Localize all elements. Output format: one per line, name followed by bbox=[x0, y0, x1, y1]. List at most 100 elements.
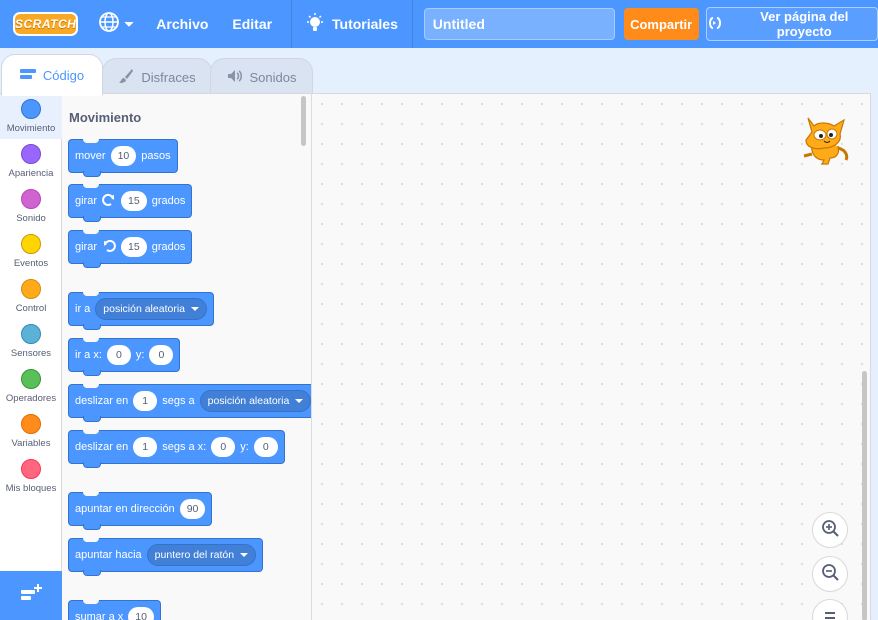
block-glide-to-xy[interactable]: deslizar en 1 segs a x: 0 y: 0 bbox=[68, 430, 285, 468]
edit-menu[interactable]: Editar bbox=[220, 0, 284, 48]
goto-target-dropdown[interactable]: posición aleatoria bbox=[95, 298, 207, 320]
see-project-label: Ver página del proyecto bbox=[760, 9, 849, 39]
block-text: segs a bbox=[162, 395, 195, 407]
category-label: Apariencia bbox=[8, 168, 54, 179]
category-menu: Movimiento Apariencia Sonido Eventos Con… bbox=[0, 93, 62, 620]
degrees-input[interactable]: 15 bbox=[121, 191, 147, 211]
category-sensing-dot bbox=[21, 324, 41, 344]
seconds-input[interactable]: 1 bbox=[133, 391, 158, 411]
tab-costumes[interactable]: Disfraces bbox=[102, 58, 212, 96]
point-target-dropdown[interactable]: puntero del ratón bbox=[146, 544, 257, 566]
zoom-out-icon bbox=[820, 562, 840, 587]
block-point-towards[interactable]: apuntar hacia puntero del ratón bbox=[68, 538, 264, 576]
brush-icon bbox=[118, 68, 134, 87]
category-sound[interactable]: Sonido bbox=[0, 184, 62, 229]
degrees-input[interactable]: 15 bbox=[121, 237, 147, 257]
speaker-icon bbox=[227, 69, 243, 86]
add-extension-icon bbox=[19, 582, 43, 609]
block-point-direction[interactable]: apuntar en dirección 90 bbox=[68, 492, 213, 530]
steps-input[interactable]: 10 bbox=[110, 146, 137, 166]
category-variables[interactable]: Variables bbox=[0, 409, 62, 454]
block-text: girar bbox=[75, 195, 98, 207]
tab-code[interactable]: Código bbox=[1, 54, 103, 96]
caret-down-icon bbox=[191, 307, 199, 311]
category-label: Eventos bbox=[13, 258, 49, 269]
y-input[interactable]: 0 bbox=[149, 345, 174, 365]
category-motion[interactable]: Movimiento bbox=[0, 94, 62, 139]
chevron-down-icon bbox=[124, 15, 134, 33]
category-operators[interactable]: Operadores bbox=[0, 364, 62, 409]
category-label: Movimiento bbox=[6, 123, 56, 134]
block-text: y: bbox=[135, 349, 145, 361]
tab-costumes-label: Disfraces bbox=[141, 69, 196, 85]
scratch-logo[interactable]: SCRATCH bbox=[13, 12, 79, 36]
category-my-blocks-dot bbox=[21, 459, 41, 479]
block-move-steps[interactable]: mover 10 pasos bbox=[68, 139, 178, 177]
zoom-out-button[interactable] bbox=[812, 556, 848, 592]
category-my-blocks[interactable]: Mis bloques bbox=[0, 454, 62, 499]
rotate-right-icon bbox=[102, 193, 116, 210]
category-looks-dot bbox=[21, 144, 41, 164]
x-change-input[interactable]: 10 bbox=[128, 607, 154, 620]
category-events[interactable]: Eventos bbox=[0, 229, 62, 274]
category-control-dot bbox=[21, 279, 41, 299]
block-go-to[interactable]: ir a posición aleatoria bbox=[68, 292, 214, 330]
block-text: segs a x: bbox=[162, 441, 207, 453]
project-title-input[interactable] bbox=[423, 8, 615, 40]
category-label: Sonido bbox=[16, 213, 46, 224]
y-input[interactable]: 0 bbox=[253, 437, 278, 457]
category-control[interactable]: Control bbox=[0, 274, 62, 319]
file-menu[interactable]: Archivo bbox=[144, 0, 220, 48]
category-sensing[interactable]: Sensores bbox=[0, 319, 62, 364]
tutorials-button[interactable]: Tutoriales bbox=[292, 0, 412, 48]
block-text: apuntar hacia bbox=[75, 549, 142, 561]
see-project-icon bbox=[707, 16, 723, 33]
block-turn-right[interactable]: girar 15 grados bbox=[68, 184, 193, 222]
block-text: mover bbox=[75, 150, 106, 162]
block-text: deslizar en bbox=[75, 441, 129, 453]
menu-bar: SCRATCH Archivo Editar Tutoriales Compar… bbox=[0, 0, 878, 48]
block-turn-left[interactable]: girar 15 grados bbox=[68, 230, 193, 268]
block-text: sumar a x bbox=[75, 611, 124, 620]
lightbulb-icon bbox=[306, 12, 324, 36]
block-text: pasos bbox=[141, 150, 171, 162]
share-button[interactable]: Compartir bbox=[623, 8, 699, 40]
tab-sounds[interactable]: Sonidos bbox=[210, 58, 313, 96]
x-input[interactable]: 0 bbox=[211, 437, 236, 457]
see-project-page-button[interactable]: Ver página del proyecto bbox=[705, 7, 878, 41]
block-go-to-xy[interactable]: ir a x: 0 y: 0 bbox=[68, 338, 181, 376]
x-input[interactable]: 0 bbox=[106, 345, 131, 365]
tutorials-label: Tutoriales bbox=[332, 16, 398, 32]
category-variables-dot bbox=[21, 414, 41, 434]
language-menu[interactable] bbox=[98, 11, 134, 38]
stage-pane-edge bbox=[870, 93, 878, 620]
zoom-reset-button[interactable] bbox=[812, 599, 848, 620]
category-looks[interactable]: Apariencia bbox=[0, 139, 62, 184]
zoom-in-button[interactable] bbox=[812, 512, 848, 548]
direction-input[interactable]: 90 bbox=[179, 499, 206, 519]
dropdown-value: posición aleatoria bbox=[207, 395, 290, 407]
category-operators-dot bbox=[21, 369, 41, 389]
palette-title: Movimiento bbox=[69, 110, 142, 125]
category-label: Mis bloques bbox=[5, 483, 57, 494]
palette-scrollbar[interactable] bbox=[301, 96, 306, 146]
category-label: Sensores bbox=[10, 348, 52, 359]
block-glide-to[interactable]: deslizar en 1 segs a posición aleatoria bbox=[68, 384, 311, 422]
rotate-left-icon bbox=[102, 239, 116, 256]
tab-sounds-label: Sonidos bbox=[249, 69, 297, 85]
category-sound-dot bbox=[21, 189, 41, 209]
block-text: girar bbox=[75, 241, 98, 253]
menu-divider bbox=[411, 0, 413, 48]
category-label: Operadores bbox=[5, 393, 57, 404]
block-text: deslizar en bbox=[75, 395, 129, 407]
script-area[interactable] bbox=[312, 93, 870, 620]
block-text: ir a x: bbox=[75, 349, 102, 361]
seconds-input[interactable]: 1 bbox=[133, 437, 158, 457]
code-icon bbox=[19, 68, 36, 83]
block-change-x[interactable]: sumar a x 10 bbox=[68, 600, 161, 620]
script-area-scrollbar[interactable] bbox=[862, 371, 867, 620]
category-motion-dot bbox=[21, 99, 41, 119]
block-text: y: bbox=[240, 441, 249, 453]
add-extension-button[interactable] bbox=[0, 571, 62, 620]
glide-target-dropdown[interactable]: posición aleatoria bbox=[199, 390, 311, 412]
